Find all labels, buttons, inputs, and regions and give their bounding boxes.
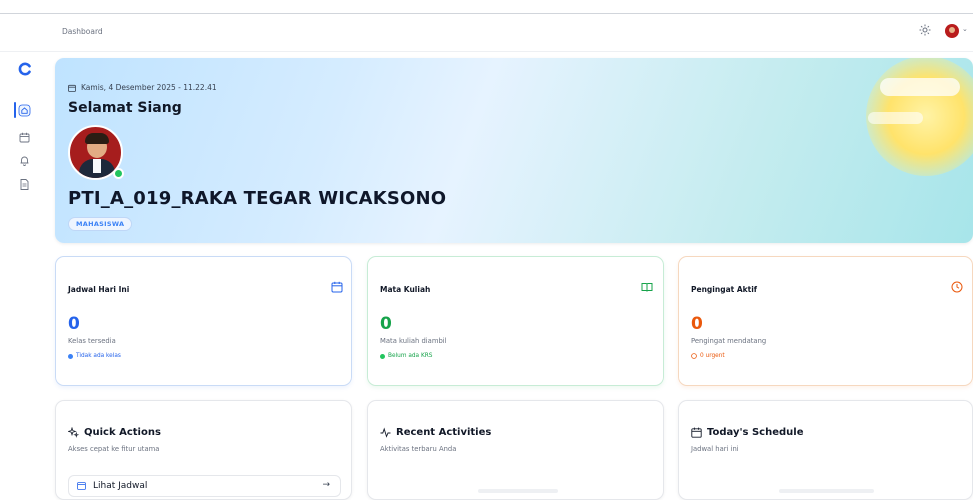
stat-card-value: 0 (380, 314, 392, 334)
avatar-hair (85, 133, 109, 144)
stat-card-title: Pengingat Aktif (691, 285, 758, 294)
arrow-right-icon: → (322, 480, 330, 490)
status-dot (380, 353, 385, 359)
sidebar-active-indicator (14, 102, 16, 118)
todays-schedule-panel: Today's Schedule Jadwal hari ini (678, 400, 973, 500)
quick-action-view-schedule[interactable]: Lihat Jadwal → (68, 475, 341, 497)
stat-card-note: 0 urgent (691, 353, 725, 359)
user-name: PTI_A_019_RAKA TEGAR WICAKSONO (68, 188, 447, 209)
stat-card-subtitle: Mata kuliah diambil (380, 337, 447, 345)
clock-icon (691, 353, 697, 359)
date-text: Kamis, 4 Desember 2025 - 11.22.41 (81, 83, 217, 92)
panel-title-text: Today's Schedule (707, 427, 804, 438)
book-icon (641, 283, 653, 292)
cloud-illustration (868, 112, 923, 124)
panel-title-text: Recent Activities (396, 427, 492, 438)
stat-card-subtitle: Kelas tersedia (68, 337, 116, 345)
panel-subtitle: Akses cepat ke fitur utama (68, 445, 160, 453)
panel-subtitle: Jadwal hari ini (691, 445, 739, 453)
activity-icon (380, 427, 391, 438)
stat-card-value: 0 (68, 314, 80, 334)
sparkles-icon (68, 427, 79, 438)
calendar-icon (691, 427, 702, 438)
panel-title: Today's Schedule (691, 427, 804, 438)
avatar-face (949, 27, 955, 33)
stat-card-note-text: 0 urgent (700, 353, 725, 359)
recent-activities-panel: Recent Activities Aktivitas terbaru Anda (367, 400, 664, 500)
panel-subtitle: Aktivitas terbaru Anda (380, 445, 457, 453)
stat-card-title: Mata Kuliah (380, 285, 431, 294)
calendar-icon (331, 281, 343, 293)
stat-card-note: Tidak ada kelas (68, 353, 121, 359)
app-logo-icon[interactable] (18, 62, 32, 76)
avatar[interactable] (945, 24, 959, 38)
role-badge: MAHASISWA (68, 217, 133, 231)
quick-actions-panel: Quick Actions Akses cepat ke fitur utama… (55, 400, 352, 500)
avatar-collar (93, 159, 101, 173)
clock-icon (951, 281, 963, 293)
panel-title: Quick Actions (68, 427, 161, 438)
panel-title: Recent Activities (380, 427, 491, 438)
stat-card-value: 0 (691, 314, 703, 334)
document-icon[interactable] (18, 178, 31, 191)
calendar-icon (68, 84, 76, 92)
stat-card-note: Belum ada KRS (380, 353, 432, 359)
stat-card-subtitle: Pengingat mendatang (691, 337, 767, 345)
online-status-indicator (113, 168, 124, 179)
chevron-down-icon[interactable]: ⌄ (962, 25, 968, 33)
stat-card-schedule[interactable]: Jadwal Hari Ini 0 Kelas tersedia Tidak a… (55, 256, 352, 386)
panel-title-text: Quick Actions (84, 427, 161, 438)
greeting: Selamat Siang (68, 100, 182, 116)
stat-card-note-text: Tidak ada kelas (76, 353, 121, 359)
bell-icon[interactable] (18, 154, 31, 167)
top-header: Dashboard ⌄ (0, 14, 973, 52)
sun-icon[interactable] (918, 24, 932, 38)
status-dot (68, 353, 73, 359)
home-icon[interactable] (18, 104, 31, 117)
cloud-illustration (880, 78, 960, 96)
stat-card-courses[interactable]: Mata Kuliah 0 Mata kuliah diambil Belum … (367, 256, 664, 386)
calendar-icon (77, 482, 86, 490)
current-datetime: Kamis, 4 Desember 2025 - 11.22.41 (68, 83, 217, 92)
calendar-icon[interactable] (18, 131, 31, 144)
sidebar (0, 52, 40, 490)
breadcrumb[interactable]: Dashboard (62, 27, 103, 36)
stat-card-reminders[interactable]: Pengingat Aktif 0 Pengingat mendatang 0 … (678, 256, 973, 386)
stat-card-note-text: Belum ada KRS (388, 353, 433, 359)
stat-card-title: Jadwal Hari Ini (68, 285, 130, 294)
sun-icon-svg (919, 24, 931, 36)
